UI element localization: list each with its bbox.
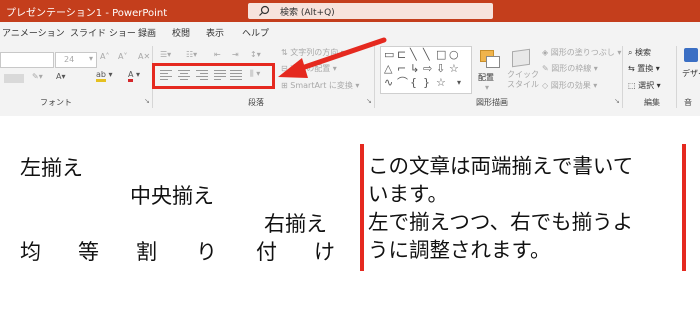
quick-styles-label[interactable]: クイック スタイル (506, 70, 540, 90)
line-shape-icon[interactable]: ╲ (410, 49, 417, 60)
text-color-icon[interactable]: A ▾ (128, 70, 140, 82)
shape-effects-label: 図形の効果 (550, 81, 591, 90)
voice-group-label: 音 (684, 98, 692, 107)
tab-help[interactable]: ヘルプ (242, 26, 269, 39)
distributed-char: 割 (136, 240, 157, 264)
designer-icon[interactable] (684, 48, 698, 62)
editing-group-label: 編集 (644, 98, 660, 107)
find-button[interactable]: ⌕ 検索 (628, 47, 651, 58)
connector-shape-icon[interactable]: ⌐ (397, 63, 406, 74)
line-shape-icon[interactable]: ╲ (423, 49, 430, 60)
right-red-bar (682, 144, 686, 271)
slide-canvas: 左揃え 中央揃え 右揃え 均 等 割 り 付 け この文章は両端揃えで書いて い… (0, 116, 700, 311)
quick-styles-icon[interactable] (510, 48, 532, 68)
distributed-char: 均 (20, 240, 41, 264)
smartart-label: SmartArt に変換 (290, 81, 353, 90)
shrink-font-icon[interactable]: A˅ (118, 52, 127, 61)
tab-slideshow[interactable]: スライド ショー (70, 26, 136, 39)
tab-view[interactable]: 表示 (206, 26, 224, 39)
font-group-label: フォント (40, 98, 72, 107)
grow-font-icon[interactable]: A˄ (100, 52, 109, 61)
paragraph-group-label: 段落 (248, 98, 264, 107)
left-red-bar (360, 144, 364, 271)
line-spacing-icon[interactable]: ↕▾ (250, 50, 261, 59)
decrease-indent-icon[interactable]: ⇤ (214, 50, 221, 59)
star-shape-icon[interactable]: ☆ (449, 63, 459, 74)
bullets-icon[interactable]: ☰▾ (160, 50, 171, 59)
drawing-group-label: 図形描画 (476, 98, 508, 107)
tab-animations[interactable]: アニメーション (2, 26, 65, 39)
red-arrow (278, 37, 387, 78)
letter-case-icon[interactable]: A▾ (56, 72, 66, 81)
font-size-dropdown[interactable]: 24 ▾ (55, 52, 97, 68)
center-aligned-text: 中央揃え (130, 184, 214, 208)
replace-button[interactable]: ⇆ 置換 ▾ (628, 63, 660, 74)
increase-indent-icon[interactable]: ⇥ (232, 50, 239, 59)
bracket-shape-icon[interactable]: { (410, 77, 417, 88)
clear-format-icon[interactable]: A✕ (138, 52, 150, 61)
rectangle-shape-icon[interactable]: □ (436, 49, 446, 60)
shape-outline-label: 図形の枠線 (551, 64, 592, 73)
distributed-char: 等 (78, 240, 99, 264)
star-shape-icon[interactable]: ☆ (436, 77, 446, 88)
tab-review[interactable]: 校閲 (172, 26, 190, 39)
char-spacing-icon[interactable] (4, 74, 24, 83)
gallery-more-icon[interactable]: ▾ (457, 77, 461, 88)
distributed-char: り (196, 240, 217, 264)
find-label: 検索 (635, 48, 652, 57)
shapes-gallery[interactable]: ▭ ⊏ ╲ ╲ □ ○ △ ⌐ ↳ ⇨ ⇩ ☆ ∿ ⌒ { } ☆ ▾ (380, 46, 472, 94)
vertical-textbox-icon[interactable]: ⊏ (397, 49, 406, 60)
highlight-box (152, 63, 275, 89)
font-name-dropdown[interactable] (0, 52, 54, 68)
replace-label: 置換 (637, 64, 654, 73)
arrange-icon[interactable] (478, 48, 502, 70)
title-bar: プレゼンテーション1 - PowerPoint 検索 (Alt+Q) (0, 0, 700, 22)
search-placeholder: 検索 (Alt+Q) (280, 8, 335, 18)
numbering-icon[interactable]: ☷▾ (186, 50, 197, 59)
arrow-shape-icon[interactable]: ⇨ (423, 63, 432, 74)
connector-shape-icon[interactable]: ↳ (410, 63, 419, 74)
left-aligned-text: 左揃え (20, 156, 83, 180)
font-size-value: 24 (64, 55, 75, 64)
justify-line: 左で揃えつつ、右でも揃うよ (368, 210, 634, 234)
right-aligned-text: 右揃え (264, 212, 327, 236)
highlight-color-icon[interactable]: ab ▾ (96, 70, 113, 82)
bracket-shape-icon[interactable]: } (423, 77, 430, 88)
distributed-char: け (314, 240, 335, 264)
arrow-shape-icon[interactable]: ⇩ (436, 63, 445, 74)
dialog-launcher-icon[interactable]: ↘ (614, 97, 620, 105)
shape-outline-button[interactable]: ✎ 図形の枠線 ▾ (542, 63, 598, 74)
freeform-shape-icon[interactable]: ⌒ (397, 77, 408, 88)
select-button[interactable]: ⬚ 選択 ▾ (628, 80, 661, 91)
select-label: 選択 (638, 81, 655, 90)
justify-line: この文章は両端揃えで書いて (368, 154, 634, 178)
search-box[interactable]: 検索 (Alt+Q) (248, 3, 493, 19)
distributed-char: 付 (256, 240, 277, 264)
dialog-launcher-icon[interactable]: ↘ (144, 97, 150, 105)
shape-effects-button[interactable]: ◇ 図形の効果 ▾ (542, 80, 597, 91)
arrange-label[interactable]: 配置 (478, 72, 494, 83)
oval-shape-icon[interactable]: ○ (449, 49, 459, 60)
search-icon (259, 5, 270, 16)
shape-fill-label: 図形の塗りつぶし (550, 48, 615, 57)
justify-line: います。 (368, 182, 448, 206)
app-title: プレゼンテーション1 - PowerPoint (6, 8, 168, 19)
font-color-icon[interactable]: ✎▾ (32, 72, 43, 81)
justify-line: うに調整されます。 (368, 238, 551, 262)
chevron-down-icon: ▾ (88, 54, 93, 63)
shape-fill-button[interactable]: ◈ 図形の塗りつぶし ▾ (542, 47, 621, 58)
chevron-down-icon: ▾ (485, 83, 490, 92)
dialog-launcher-icon[interactable]: ↘ (366, 97, 372, 105)
designer-label[interactable]: デザイ (682, 68, 700, 79)
tab-record[interactable]: 録画 (138, 26, 156, 39)
